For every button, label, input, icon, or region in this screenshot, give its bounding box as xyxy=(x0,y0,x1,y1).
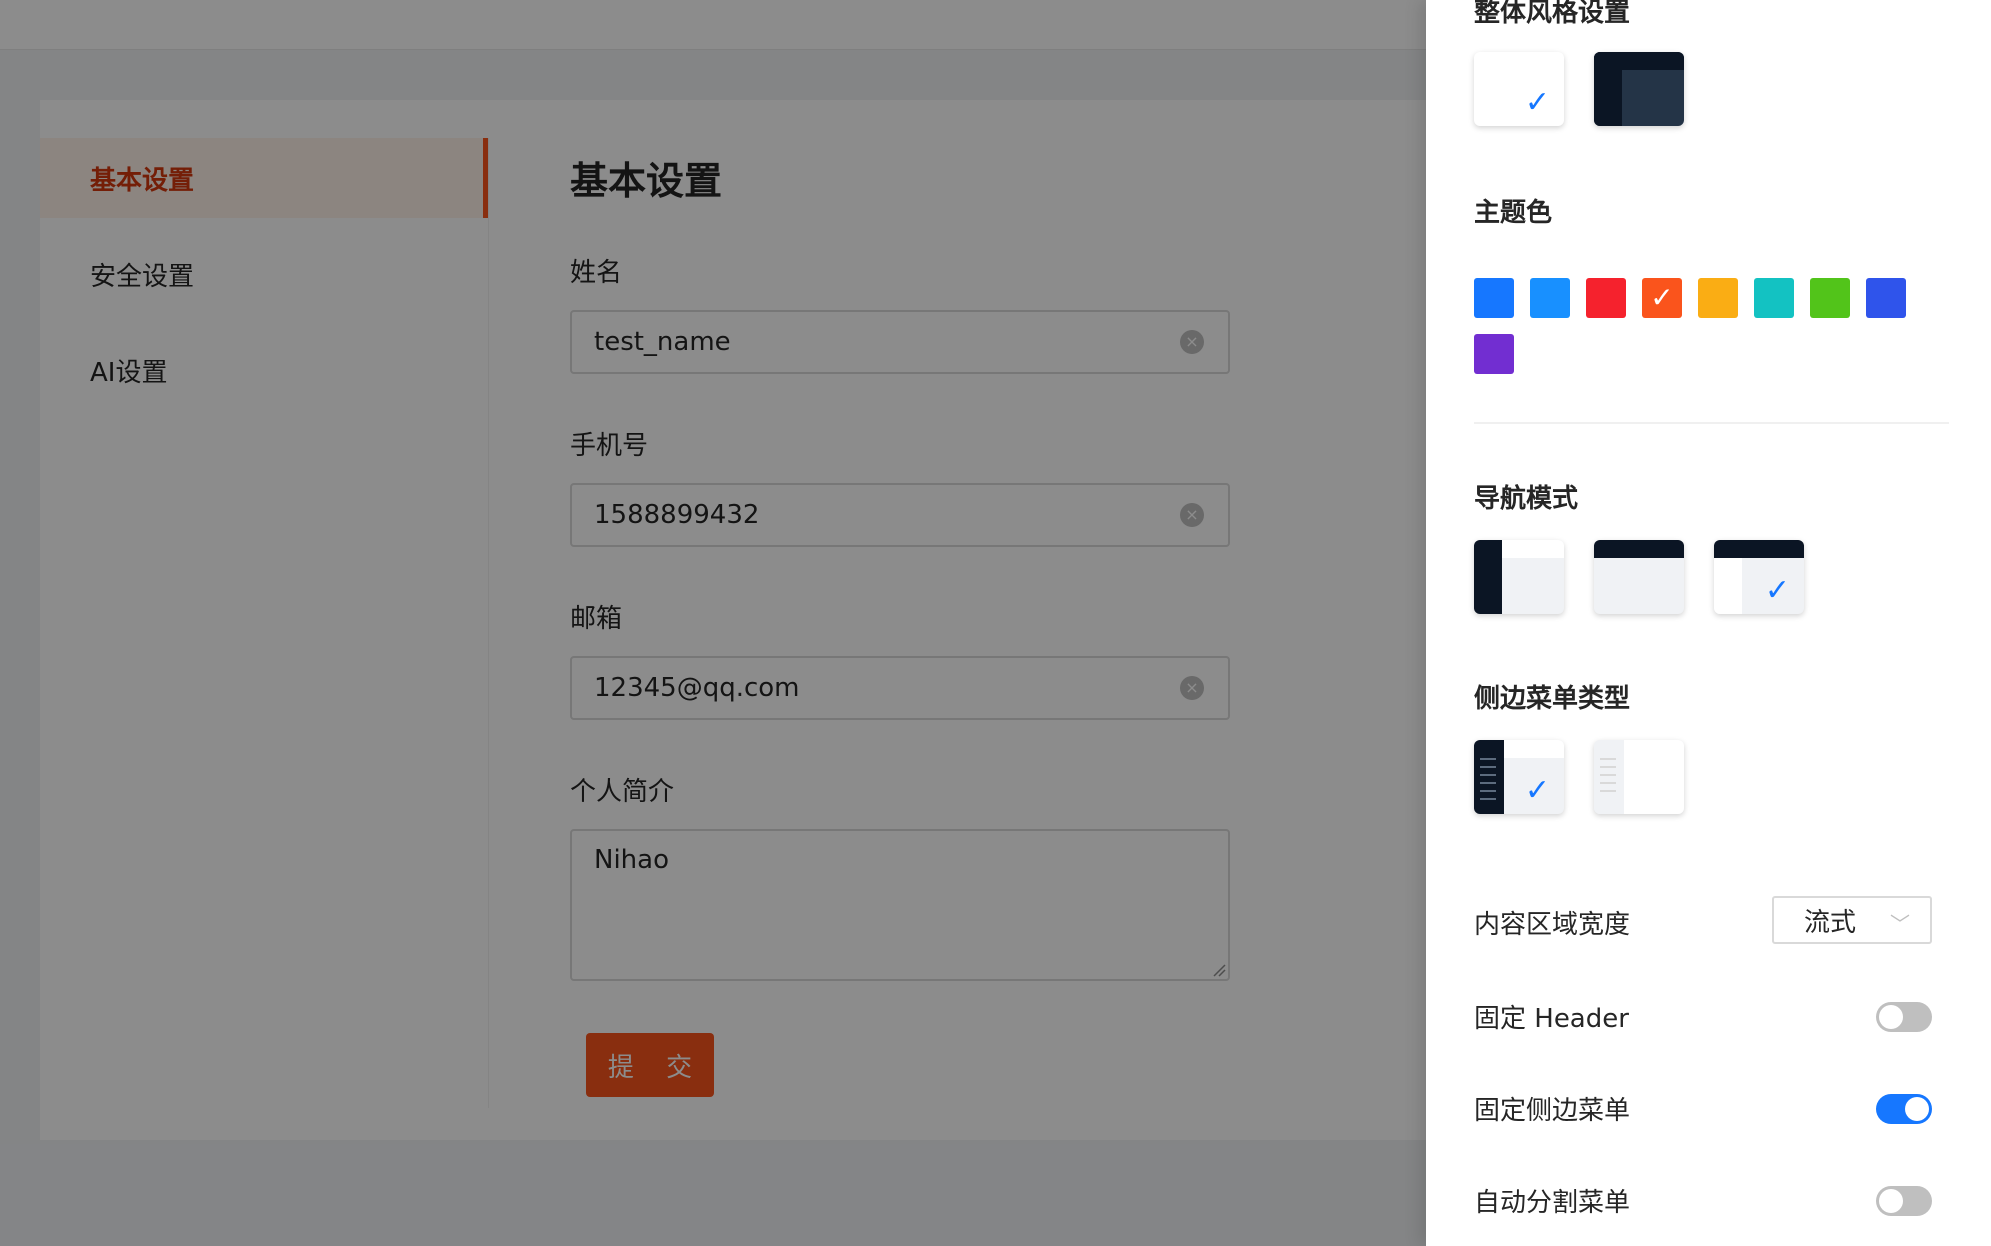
sider-type-section-title: 侧边菜单类型 xyxy=(1474,684,1631,714)
fixed-header-label: 固定 Header xyxy=(1474,1004,1629,1034)
check-icon: ✓ xyxy=(1524,85,1550,120)
content-width-select[interactable]: 流式 ﹀ xyxy=(1772,896,1932,944)
thumbnail-sider xyxy=(1474,740,1504,814)
content-width-value: 流式 xyxy=(1804,907,1857,938)
thumbnail-header xyxy=(1504,740,1564,758)
thumbnail-sider xyxy=(1594,52,1622,126)
thumbnail-sider xyxy=(1474,540,1502,614)
settings-drawer: 整体风格设置 ✓ 主题色 ✓ 导航模式 ✓ 侧边菜单类型 ✓ 内容区域宽度 流式… xyxy=(1426,0,1991,1246)
dark-sider-thumbnail[interactable]: ✓ xyxy=(1474,740,1564,814)
theme-color-swatch[interactable] xyxy=(1866,278,1906,318)
theme-color-swatch-selected[interactable]: ✓ xyxy=(1642,278,1682,318)
toggle-knob xyxy=(1905,1097,1929,1121)
fixed-header-toggle[interactable] xyxy=(1876,1002,1932,1032)
toggle-knob xyxy=(1879,1005,1903,1029)
theme-color-swatch[interactable] xyxy=(1810,278,1850,318)
theme-color-swatch[interactable] xyxy=(1530,278,1570,318)
theme-color-swatch[interactable] xyxy=(1586,278,1626,318)
fixed-sider-toggle[interactable] xyxy=(1876,1094,1932,1124)
content-width-label: 内容区域宽度 xyxy=(1474,910,1631,940)
light-style-thumbnail[interactable]: ✓ xyxy=(1474,52,1564,126)
thumbnail-sider xyxy=(1594,740,1624,814)
fixed-sider-label: 固定侧边菜单 xyxy=(1474,1096,1631,1126)
chevron-down-icon: ﹀ xyxy=(1890,912,1910,936)
nav-mode-section-title: 导航模式 xyxy=(1474,484,1579,514)
theme-color-swatch[interactable] xyxy=(1754,278,1794,318)
thumbnail-header xyxy=(1502,540,1564,558)
style-section-title: 整体风格设置 xyxy=(1474,0,1631,28)
split-menu-label: 自动分割菜单 xyxy=(1474,1188,1631,1218)
theme-color-swatch[interactable] xyxy=(1474,278,1514,318)
dark-style-thumbnail[interactable] xyxy=(1594,52,1684,126)
divider xyxy=(1474,422,1949,424)
split-menu-toggle[interactable] xyxy=(1876,1186,1932,1216)
check-icon: ✓ xyxy=(1650,281,1674,314)
theme-section-title: 主题色 xyxy=(1474,198,1553,228)
theme-color-swatch[interactable] xyxy=(1474,334,1514,374)
thumbnail-header xyxy=(1594,540,1684,558)
theme-color-swatch[interactable] xyxy=(1698,278,1738,318)
thumbnail-sider xyxy=(1714,558,1742,614)
mix-nav-thumbnail[interactable]: ✓ xyxy=(1714,540,1804,614)
thumbnail-content xyxy=(1624,740,1684,814)
side-nav-thumbnail[interactable] xyxy=(1474,540,1564,614)
light-sider-thumbnail[interactable] xyxy=(1594,740,1684,814)
check-icon: ✓ xyxy=(1524,773,1550,808)
toggle-knob xyxy=(1879,1189,1903,1213)
top-nav-thumbnail[interactable] xyxy=(1594,540,1684,614)
check-icon: ✓ xyxy=(1764,573,1790,608)
thumbnail-header xyxy=(1714,540,1804,558)
